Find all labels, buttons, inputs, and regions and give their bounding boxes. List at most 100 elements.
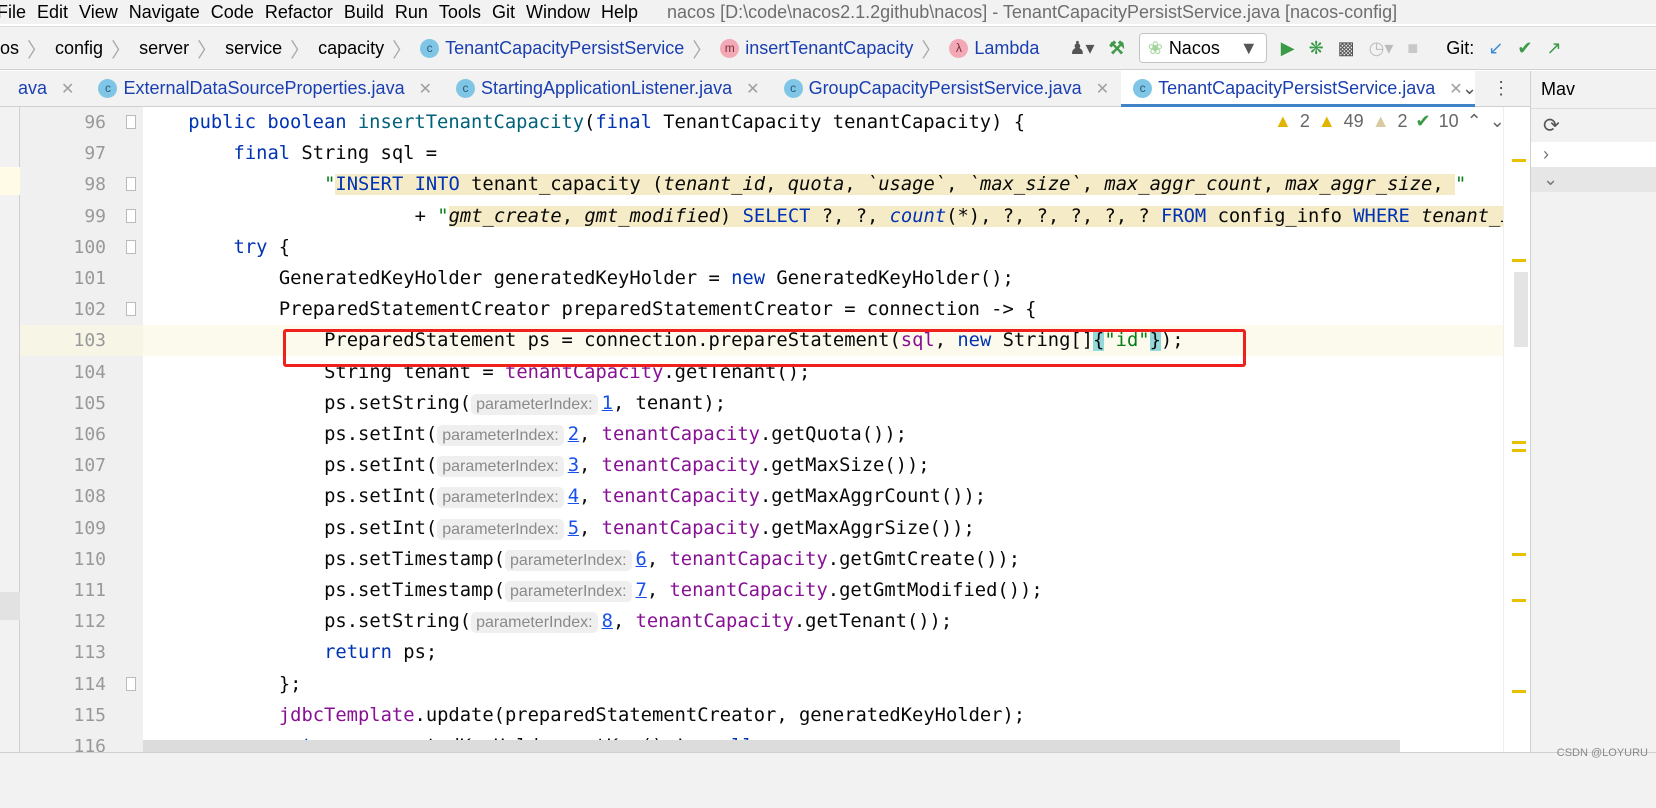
line-number: 96 xyxy=(84,112,106,133)
breadcrumb-item[interactable]: os xyxy=(0,38,19,59)
code-token: `usage` xyxy=(866,174,947,196)
stripe-marker[interactable] xyxy=(1512,553,1526,556)
breadcrumb-item[interactable]: service xyxy=(225,38,282,59)
stripe-marker[interactable] xyxy=(1512,449,1526,452)
code-token: 1 xyxy=(601,392,613,414)
menu-window[interactable]: Window xyxy=(526,2,601,23)
error-count: 2 xyxy=(1299,111,1310,131)
code-token: 5 xyxy=(567,517,580,539)
git-push-icon[interactable]: ↗ xyxy=(1547,38,1562,59)
run-configuration-select[interactable]: ❀ Nacos ▼ xyxy=(1138,33,1267,63)
next-highlight-icon[interactable]: ⌄ xyxy=(1490,111,1505,132)
error-stripe[interactable]: ▲ 2 ▲ 49 ▲ 2 ✔ 10 ⌃ ⌄ xyxy=(1274,107,1530,752)
fold-marker-icon[interactable] xyxy=(126,676,136,691)
chevron-down-icon: ▼ xyxy=(1239,37,1258,58)
parameter-hint: parameterIndex: xyxy=(471,393,598,415)
tab-groupcapacitypersistservice-java[interactable]: c GroupCapacityPersistService.java ✕ xyxy=(772,71,1122,107)
menu-view[interactable]: View xyxy=(79,2,129,23)
debug-icon[interactable]: ❋ xyxy=(1309,38,1324,59)
menu-help[interactable]: Help xyxy=(601,2,649,23)
breadcrumb-item[interactable]: λ Lambda xyxy=(949,38,1039,59)
close-icon[interactable]: ✕ xyxy=(419,79,432,99)
watermark: CSDN @LOYURU xyxy=(1556,747,1648,759)
stop-icon[interactable]: ■ xyxy=(1407,38,1418,59)
scrollbar-thumb[interactable] xyxy=(1514,272,1528,347)
parameter-hint: parameterIndex: xyxy=(437,487,564,509)
coverage-icon[interactable]: ▩ xyxy=(1338,38,1355,59)
menu-refactor[interactable]: Refactor xyxy=(265,2,344,23)
lambda-icon: λ xyxy=(949,38,969,58)
menu-bar: File Edit View Navigate Code Refactor Build Run… xyxy=(0,0,1656,24)
line-number: 102 xyxy=(73,299,106,321)
stripe-marker[interactable] xyxy=(1512,690,1526,693)
run-icon[interactable]: ▶ xyxy=(1281,38,1295,59)
maven-tab[interactable]: Mav xyxy=(1531,71,1656,108)
menu-edit[interactable]: Edit xyxy=(37,2,79,23)
code-token: , xyxy=(765,174,788,196)
breadcrumb-label: server xyxy=(139,37,190,58)
profile-icon[interactable]: ◷▾ xyxy=(1369,38,1394,59)
close-icon[interactable]: ✕ xyxy=(746,79,759,99)
code-token: , xyxy=(1432,174,1455,196)
previous-highlight-icon[interactable]: ⌃ xyxy=(1467,111,1482,132)
code-token: tenantCapacity xyxy=(601,455,760,477)
chevron-right-icon[interactable]: › xyxy=(1531,142,1656,167)
menu-tools[interactable]: Tools xyxy=(439,2,492,23)
chevron-down-icon[interactable]: ⌄ xyxy=(1531,167,1656,192)
close-icon[interactable]: ✕ xyxy=(61,79,74,99)
fold-marker-icon[interactable] xyxy=(126,177,136,192)
git-commit-icon[interactable]: ✔ xyxy=(1517,38,1532,59)
breadcrumb-item[interactable]: m insertTenantCapacity xyxy=(720,38,913,59)
menu-file[interactable]: File xyxy=(0,2,37,23)
code-token: GeneratedKeyHolder(); xyxy=(776,268,1014,289)
fold-marker-icon[interactable] xyxy=(126,239,136,254)
build-hammer-icon[interactable]: ⚒ xyxy=(1109,38,1125,59)
breadcrumb-item[interactable]: server xyxy=(139,38,189,59)
code-token: + xyxy=(414,205,438,227)
menu-build[interactable]: Build xyxy=(344,2,395,23)
code-token: tenantCapacity xyxy=(601,424,760,445)
tab-ava[interactable]: ava ✕ xyxy=(0,71,86,107)
close-icon[interactable]: ✕ xyxy=(1449,79,1462,99)
breadcrumb-item[interactable]: config xyxy=(55,38,103,59)
code-token: SELECT xyxy=(742,205,822,227)
stripe-marker[interactable] xyxy=(1512,159,1526,162)
menu-git[interactable]: Git xyxy=(492,2,526,23)
git-update-icon[interactable]: ↙ xyxy=(1488,38,1503,59)
menu-code[interactable]: Code xyxy=(211,2,265,23)
code-token: max_aggr_size xyxy=(1285,174,1433,196)
stripe-marker[interactable] xyxy=(1512,599,1526,602)
close-icon[interactable]: ✕ xyxy=(1096,79,1109,99)
code-editor[interactable]: public boolean insertTenantCapacity(fina… xyxy=(143,107,1503,752)
fold-marker-icon[interactable] xyxy=(126,302,136,317)
inspection-widget[interactable]: ▲ 2 ▲ 49 ▲ 2 ✔ 10 ⌃ ⌄ xyxy=(1274,111,1524,132)
code-token: public boolean xyxy=(188,112,358,133)
code-token: ps.setString( xyxy=(324,392,472,414)
tab-tenantcapacitypersistservice-java[interactable]: c TenantCapacityPersistService.java ✕ xyxy=(1121,70,1475,108)
horizontal-scrollbar[interactable] xyxy=(143,740,1400,752)
refresh-icon[interactable]: ⟳ xyxy=(1531,108,1656,142)
menu-navigate[interactable]: Navigate xyxy=(129,2,211,23)
code-token: ps; xyxy=(403,642,438,664)
tab-externaldatasourceproperties-java[interactable]: c ExternalDataSourceProperties.java ✕ xyxy=(86,71,444,107)
code-token: .getGmtModified()); xyxy=(827,580,1043,601)
code-token: , xyxy=(579,517,602,539)
fold-marker-icon[interactable] xyxy=(126,208,136,223)
stripe-marker[interactable] xyxy=(1512,441,1526,444)
breadcrumb-label: service xyxy=(225,37,283,58)
chevron-right-icon: 〉 xyxy=(290,39,311,62)
tab-startingapplicationlistener-java[interactable]: c StartingApplicationListener.java ✕ xyxy=(444,71,772,107)
tab-label: GroupCapacityPersistService.java xyxy=(808,78,1082,98)
code-token: insertTenantCapacity xyxy=(357,112,585,133)
breadcrumb-label: TenantCapacityPersistService xyxy=(445,37,685,58)
breadcrumb-item[interactable]: capacity xyxy=(318,38,384,59)
code-token: , xyxy=(1262,174,1286,196)
fold-marker-icon[interactable] xyxy=(126,115,136,129)
code-token: PreparedStatementCreator preparedStateme… xyxy=(278,299,1037,321)
stripe-marker[interactable] xyxy=(1512,259,1526,262)
menu-run[interactable]: Run xyxy=(395,2,439,23)
user-icon[interactable]: ♟▾ xyxy=(1069,38,1094,59)
line-number: 98 xyxy=(84,174,106,196)
tabs-more-icon[interactable]: ⌄ ⋮ xyxy=(1462,78,1510,99)
breadcrumb-item[interactable]: c TenantCapacityPersistService xyxy=(420,38,684,59)
